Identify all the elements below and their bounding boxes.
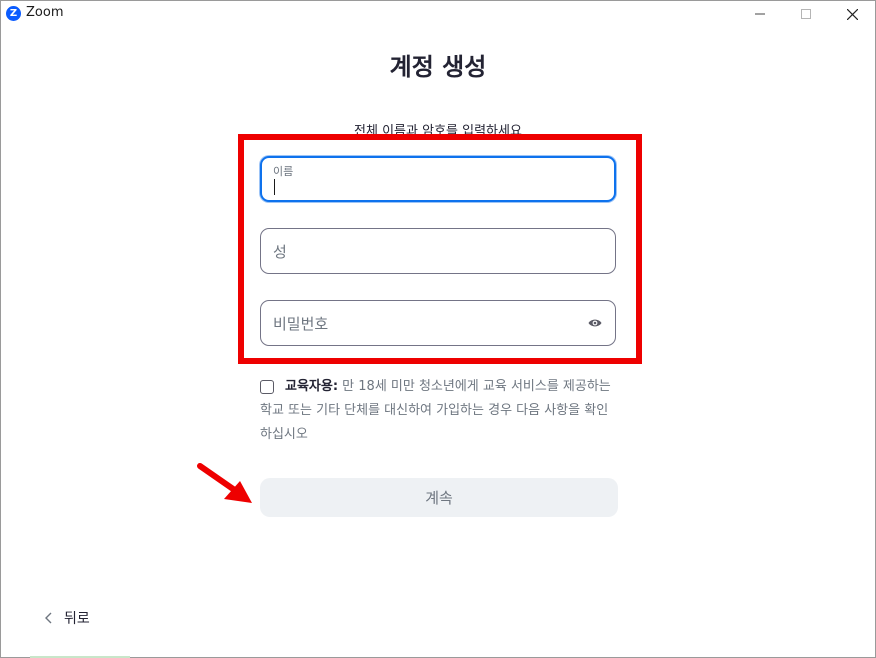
page-title: 계정 생성 bbox=[389, 53, 487, 81]
minimize-button[interactable] bbox=[737, 1, 783, 27]
close-icon bbox=[846, 8, 858, 20]
first-name-field[interactable]: 이름 bbox=[260, 156, 616, 202]
last-name-field[interactable]: 성 bbox=[260, 228, 616, 274]
minimize-icon bbox=[755, 13, 765, 15]
last-name-placeholder: 성 bbox=[273, 243, 287, 261]
text-caret bbox=[274, 179, 275, 195]
educator-disclaimer: 교육자용: 만 18세 미만 청소년에게 교육 서비스를 제공하는 학교 또는 … bbox=[260, 375, 620, 447]
back-label: 뒤로 bbox=[64, 611, 90, 627]
annotation-arrow-icon bbox=[197, 463, 252, 503]
password-field[interactable]: 비밀번호 bbox=[260, 300, 616, 346]
educator-label-bold: 교육자용: bbox=[285, 379, 339, 394]
page-subtitle: 전체 이름과 암호를 입력하세요 bbox=[354, 124, 522, 139]
window-title: Zoom bbox=[26, 5, 64, 20]
eye-icon[interactable] bbox=[588, 318, 602, 328]
maximize-icon bbox=[801, 9, 811, 19]
back-button[interactable]: 뒤로 bbox=[44, 608, 90, 628]
title-bar: Z Zoom bbox=[1, 1, 875, 27]
close-button[interactable] bbox=[829, 1, 875, 27]
password-placeholder: 비밀번호 bbox=[273, 315, 329, 333]
first-name-label: 이름 bbox=[273, 165, 294, 178]
continue-button[interactable]: 계속 bbox=[260, 478, 618, 517]
app-window: Z Zoom 계정 생성 전체 이름과 암호를 입력하세요 이름 성 비밀번호 bbox=[0, 0, 876, 658]
maximize-button[interactable] bbox=[783, 1, 829, 27]
chevron-left-icon bbox=[45, 612, 52, 624]
zoom-logo-icon: Z bbox=[6, 6, 21, 21]
